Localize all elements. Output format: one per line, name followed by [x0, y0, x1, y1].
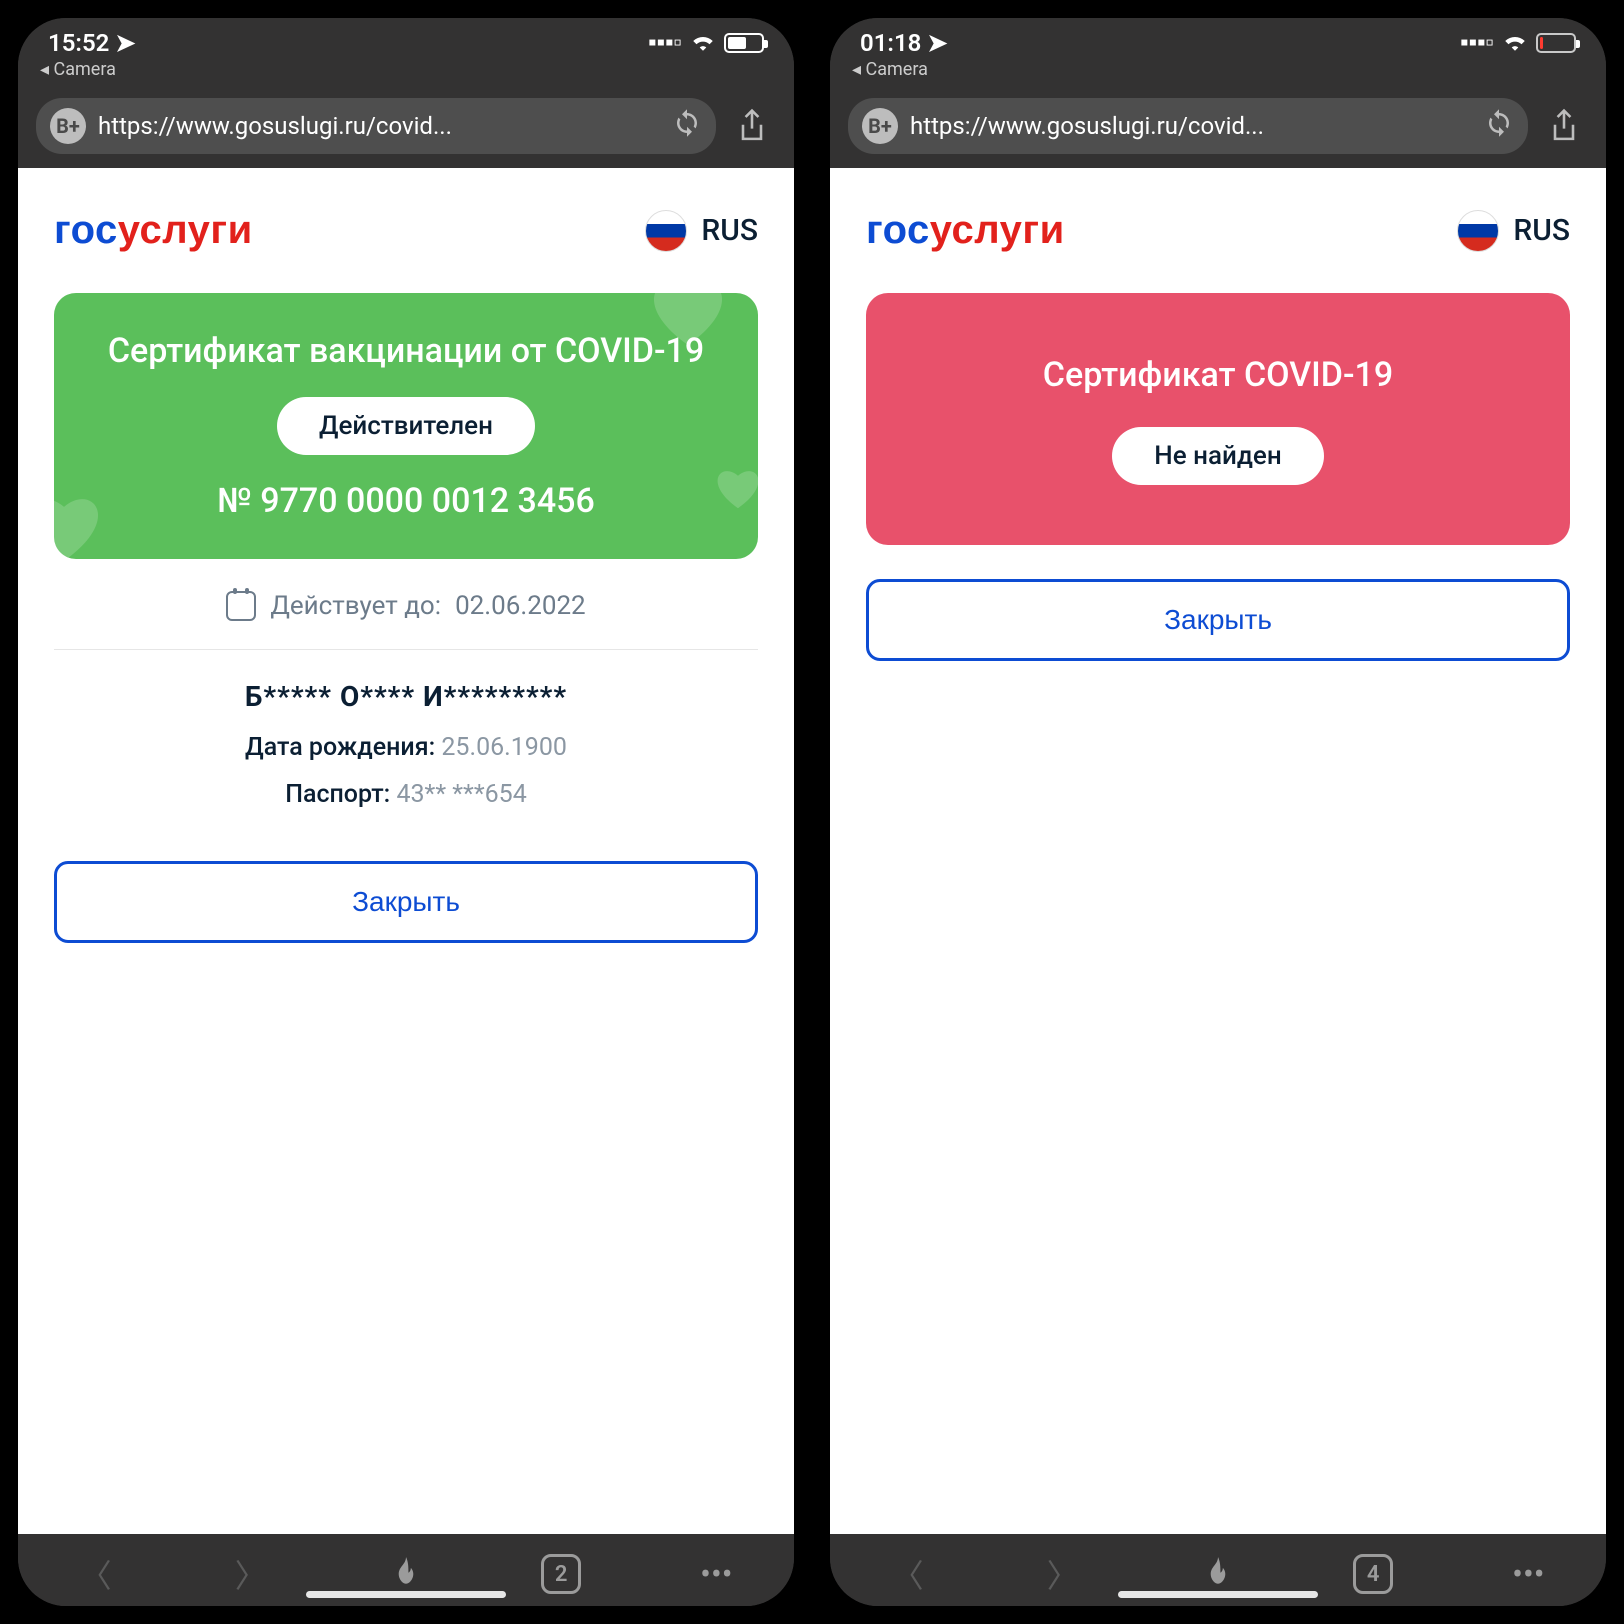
person-name-masked: Б***** О**** И********* [54, 680, 758, 713]
language-selector[interactable]: RUS [645, 210, 758, 252]
nav-fire-button[interactable] [1188, 1552, 1248, 1596]
nav-tabs-button[interactable]: 4 [1343, 1552, 1403, 1596]
dob-label: Дата рождения: [245, 733, 435, 762]
nav-fire-button[interactable] [376, 1552, 436, 1596]
valid-until-label: Действует до: [270, 591, 441, 621]
nav-menu-button[interactable]: ••• [1498, 1552, 1558, 1596]
tab-count: 2 [541, 1554, 581, 1594]
valid-until-value: 02.06.2022 [455, 591, 586, 621]
nav-tabs-button[interactable]: 2 [531, 1552, 591, 1596]
page-content: госуслуги RUS Сертификат вакцинации от C… [18, 168, 794, 1534]
status-bar: 15:52 ➤ ▪▪▪▫ [18, 18, 794, 59]
card-title: Сертификат вакцинации от COVID-19 [82, 329, 730, 375]
wifi-icon [690, 29, 716, 57]
nav-menu-button[interactable]: ••• [686, 1552, 746, 1596]
location-icon: ➤ [115, 29, 135, 57]
certificate-card-notfound: Сертификат COVID-19 Не найден [866, 293, 1570, 545]
phone-left: 15:52 ➤ ▪▪▪▫ ◂ Camera B+ https://www.gos… [18, 18, 794, 1606]
location-icon: ➤ [927, 29, 947, 57]
refresh-icon[interactable] [1484, 108, 1514, 144]
calendar-icon [226, 591, 256, 621]
language-selector[interactable]: RUS [1457, 210, 1570, 252]
page-content: госуслуги RUS Сертификат COVID-19 Не най… [830, 168, 1606, 1534]
phone-right: 01:18 ➤ ▪▪▪▫ ◂ Camera B+ https://www.gos… [830, 18, 1606, 1606]
status-bar: 01:18 ➤ ▪▪▪▫ [830, 18, 1606, 59]
valid-until-row: Действует до: 02.06.2022 [54, 591, 758, 621]
status-pill: Действителен [277, 397, 535, 455]
certificate-number: № 9770 0000 0012 3456 [82, 481, 730, 521]
certificate-card-valid: Сертификат вакцинации от COVID-19 Действ… [54, 293, 758, 559]
nav-forward-button[interactable]: 〉 [221, 1552, 281, 1596]
card-title: Сертификат COVID-19 [894, 353, 1542, 399]
battery-icon-low [1536, 33, 1576, 53]
share-button[interactable] [1540, 102, 1588, 150]
wifi-icon [1502, 29, 1528, 57]
divider [54, 649, 758, 650]
url-text: https://www.gosuslugi.ru/covid... [910, 112, 1472, 140]
language-label: RUS [701, 213, 758, 248]
close-button[interactable]: Закрыть [54, 861, 758, 943]
status-time: 01:18 [860, 29, 921, 57]
person-block: Б***** О**** И********* Дата рождения: 2… [54, 680, 758, 809]
status-time: 15:52 [48, 29, 109, 57]
russia-flag-icon [645, 210, 687, 252]
dob-value: 25.06.1900 [441, 733, 567, 762]
nav-back-button[interactable]: 〈 [878, 1552, 938, 1596]
nav-forward-button[interactable]: 〉 [1033, 1552, 1093, 1596]
battery-icon [724, 33, 764, 53]
url-pill[interactable]: B+ https://www.gosuslugi.ru/covid... [848, 98, 1528, 154]
site-badge: B+ [862, 108, 898, 144]
passport-value: 43** ***654 [396, 780, 526, 809]
nav-back-button[interactable]: 〈 [66, 1552, 126, 1596]
address-bar: B+ https://www.gosuslugi.ru/covid... [830, 88, 1606, 168]
passport-label: Паспорт: [285, 780, 390, 809]
site-badge: B+ [50, 108, 86, 144]
home-indicator[interactable] [306, 1591, 506, 1598]
gosuslugi-logo[interactable]: госуслуги [866, 208, 1065, 253]
home-indicator[interactable] [1118, 1591, 1318, 1598]
back-to-app[interactable]: ◂ Camera [830, 59, 1606, 88]
status-pill: Не найден [1112, 427, 1323, 485]
cellular-icon: ▪▪▪▫ [1460, 28, 1494, 57]
address-bar: B+ https://www.gosuslugi.ru/covid... [18, 88, 794, 168]
gosuslugi-logo[interactable]: госуслуги [54, 208, 253, 253]
language-label: RUS [1513, 213, 1570, 248]
url-text: https://www.gosuslugi.ru/covid... [98, 112, 660, 140]
russia-flag-icon [1457, 210, 1499, 252]
refresh-icon[interactable] [672, 108, 702, 144]
tab-count: 4 [1353, 1554, 1393, 1594]
back-to-app[interactable]: ◂ Camera [18, 59, 794, 88]
share-button[interactable] [728, 102, 776, 150]
cellular-icon: ▪▪▪▫ [648, 28, 682, 57]
close-button[interactable]: Закрыть [866, 579, 1570, 661]
url-pill[interactable]: B+ https://www.gosuslugi.ru/covid... [36, 98, 716, 154]
